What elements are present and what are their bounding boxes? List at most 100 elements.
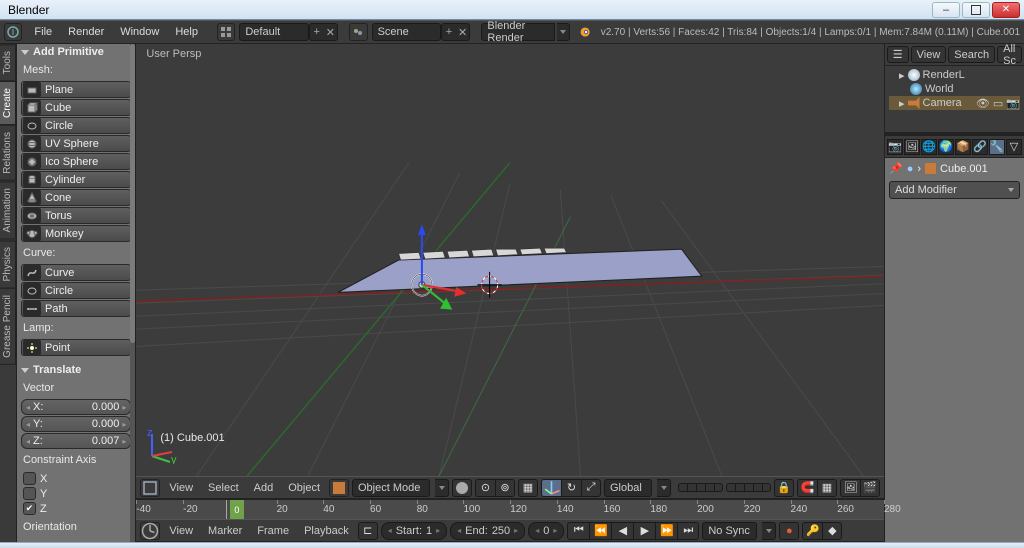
menu-window[interactable]: Window: [112, 24, 167, 40]
vp-menu-view[interactable]: View: [163, 480, 199, 496]
add-torus-button[interactable]: Torus: [21, 207, 131, 224]
pivot-button[interactable]: ⊙: [475, 479, 495, 497]
restrict-select-icon[interactable]: ▭: [993, 97, 1003, 110]
jump-start-button[interactable]: ⏮: [567, 522, 589, 540]
render-preview-button[interactable]: 🖼: [840, 479, 860, 497]
manipulator-scale[interactable]: ⤢: [581, 479, 601, 497]
current-frame-field[interactable]: ◂0▸: [528, 522, 564, 540]
window-close-button[interactable]: [992, 2, 1020, 18]
editor-type-3dview-icon[interactable]: [140, 479, 160, 497]
jump-end-button[interactable]: ⏭: [677, 522, 699, 540]
manipulator-rotate[interactable]: ↻: [561, 479, 581, 497]
prop-tab-render[interactable]: 📷: [887, 139, 903, 155]
3d-viewport[interactable]: User Persp (1) Cube.001 z y: [136, 44, 884, 476]
prop-tab-object[interactable]: 📦: [955, 139, 971, 155]
tab-grease-pencil[interactable]: Grease Pencil: [0, 288, 16, 365]
outliner-filter-dropdown[interactable]: All Sc: [997, 46, 1022, 63]
outliner-row[interactable]: ▸ RenderL: [889, 68, 1020, 82]
menu-render[interactable]: Render: [60, 24, 112, 40]
dropdown-arrow-icon[interactable]: [435, 479, 449, 497]
lock-camera-icon[interactable]: 🔒: [774, 479, 794, 497]
viewport-shading-button[interactable]: [452, 479, 472, 497]
insert-keyframe-button[interactable]: ◆: [822, 522, 842, 540]
scene-add-button[interactable]: +: [441, 23, 456, 41]
play-button[interactable]: ▶: [633, 522, 655, 540]
pin-icon[interactable]: 📌: [889, 162, 903, 175]
layout-add-button[interactable]: +: [309, 23, 324, 41]
layout-remove-button[interactable]: ✕: [324, 23, 339, 41]
dropdown-arrow-icon[interactable]: [762, 522, 776, 540]
screen-browse-button[interactable]: [217, 23, 235, 41]
constraint-x-checkbox[interactable]: X: [23, 472, 129, 485]
outliner-editor-icon[interactable]: ☰: [887, 46, 909, 63]
tab-relations[interactable]: Relations: [0, 125, 16, 181]
translate-y-field[interactable]: ◂Y:0.000▸: [21, 416, 131, 432]
tab-animation[interactable]: Animation: [0, 181, 16, 239]
add-monkey-button[interactable]: Monkey: [21, 225, 131, 242]
layer-buttons-2[interactable]: [726, 483, 771, 492]
disclosure-icon[interactable]: ▸: [899, 69, 905, 82]
pivot-individual-button[interactable]: ⊚: [495, 479, 515, 497]
outliner-row[interactable]: World: [889, 82, 1020, 96]
translate-x-field[interactable]: ◂X:0.000▸: [21, 399, 131, 415]
add-point-button[interactable]: Point: [21, 339, 131, 356]
keyframe-prev-button[interactable]: ⏪: [589, 522, 611, 540]
scene-browse-button[interactable]: [349, 23, 367, 41]
prop-tab-layers[interactable]: 🖼: [904, 139, 920, 155]
mode-dropdown[interactable]: Object Mode: [352, 479, 430, 497]
outliner-search-menu[interactable]: Search: [948, 46, 995, 63]
layer-buttons[interactable]: [678, 483, 723, 492]
panel-translate[interactable]: Translate: [17, 362, 135, 378]
dropdown-arrow-icon[interactable]: [657, 479, 671, 497]
editor-type-timeline-icon[interactable]: [140, 522, 160, 540]
prop-tab-world[interactable]: 🌍: [938, 139, 954, 155]
prop-tab-constraints[interactable]: 🔗: [972, 139, 988, 155]
prop-tab-scene[interactable]: 🌐: [921, 139, 937, 155]
add-circle-button[interactable]: Circle: [21, 117, 131, 134]
timeline-cursor[interactable]: 0: [230, 500, 244, 519]
manipulator-toggle[interactable]: [541, 479, 561, 497]
add-plane-button[interactable]: Plane: [21, 81, 131, 98]
tl-menu-playback[interactable]: Playback: [298, 523, 355, 539]
play-reverse-button[interactable]: ◀: [611, 522, 633, 540]
end-frame-field[interactable]: ◂End:250▸: [450, 522, 525, 540]
add-path-button[interactable]: Path: [21, 300, 131, 317]
constraint-z-checkbox[interactable]: Z: [23, 502, 129, 515]
add-uv-sphere-button[interactable]: UV Sphere: [21, 135, 131, 152]
tab-create[interactable]: Create: [0, 81, 16, 125]
render-engine-dropdown[interactable]: Blender Render: [481, 23, 555, 41]
snap-toggle[interactable]: 🧲: [797, 479, 817, 497]
add-modifier-dropdown[interactable]: Add Modifier: [889, 181, 1020, 199]
outliner[interactable]: ▸ RenderL World ▸ Camera 👁 ▭ 📷: [885, 66, 1024, 132]
scene-field[interactable]: Scene: [372, 23, 441, 41]
outliner-view-menu[interactable]: View: [911, 46, 947, 63]
vp-menu-select[interactable]: Select: [202, 480, 245, 496]
vp-menu-object[interactable]: Object: [282, 480, 326, 496]
add-cube-button[interactable]: Cube: [21, 99, 131, 116]
menu-help[interactable]: Help: [167, 24, 206, 40]
transform-orientation-dropdown[interactable]: Global: [604, 479, 652, 497]
add-curve-button[interactable]: Curve: [21, 264, 131, 281]
panel-add-primitive[interactable]: Add Primitive: [17, 44, 135, 60]
tl-menu-marker[interactable]: Marker: [202, 523, 248, 539]
add-cone-button[interactable]: Cone: [21, 189, 131, 206]
datablock-breadcrumb[interactable]: 📌 ● › Cube.001: [889, 162, 1020, 175]
tl-menu-frame[interactable]: Frame: [251, 523, 295, 539]
keyframe-next-button[interactable]: ⏩: [655, 522, 677, 540]
add-circle-button[interactable]: Circle: [21, 282, 131, 299]
prop-tab-data[interactable]: ▽: [1006, 139, 1022, 155]
info-editor-icon[interactable]: i: [4, 23, 22, 41]
add-cylinder-button[interactable]: Cylinder: [21, 171, 131, 188]
layers-button[interactable]: ▦: [518, 479, 538, 497]
restrict-view-icon[interactable]: 👁: [976, 97, 990, 110]
scene-remove-button[interactable]: ✕: [456, 23, 471, 41]
vp-menu-add[interactable]: Add: [248, 480, 280, 496]
add-ico-sphere-button[interactable]: Ico Sphere: [21, 153, 131, 170]
mode-icon[interactable]: [329, 479, 349, 497]
screen-layout-field[interactable]: Default: [239, 23, 308, 41]
toolshelf-scrollbar[interactable]: [130, 44, 135, 542]
tab-tools[interactable]: Tools: [0, 44, 16, 81]
constraint-y-checkbox[interactable]: Y: [23, 487, 129, 500]
dropdown-arrow-icon[interactable]: [557, 23, 570, 41]
window-maximize-button[interactable]: [962, 2, 990, 18]
